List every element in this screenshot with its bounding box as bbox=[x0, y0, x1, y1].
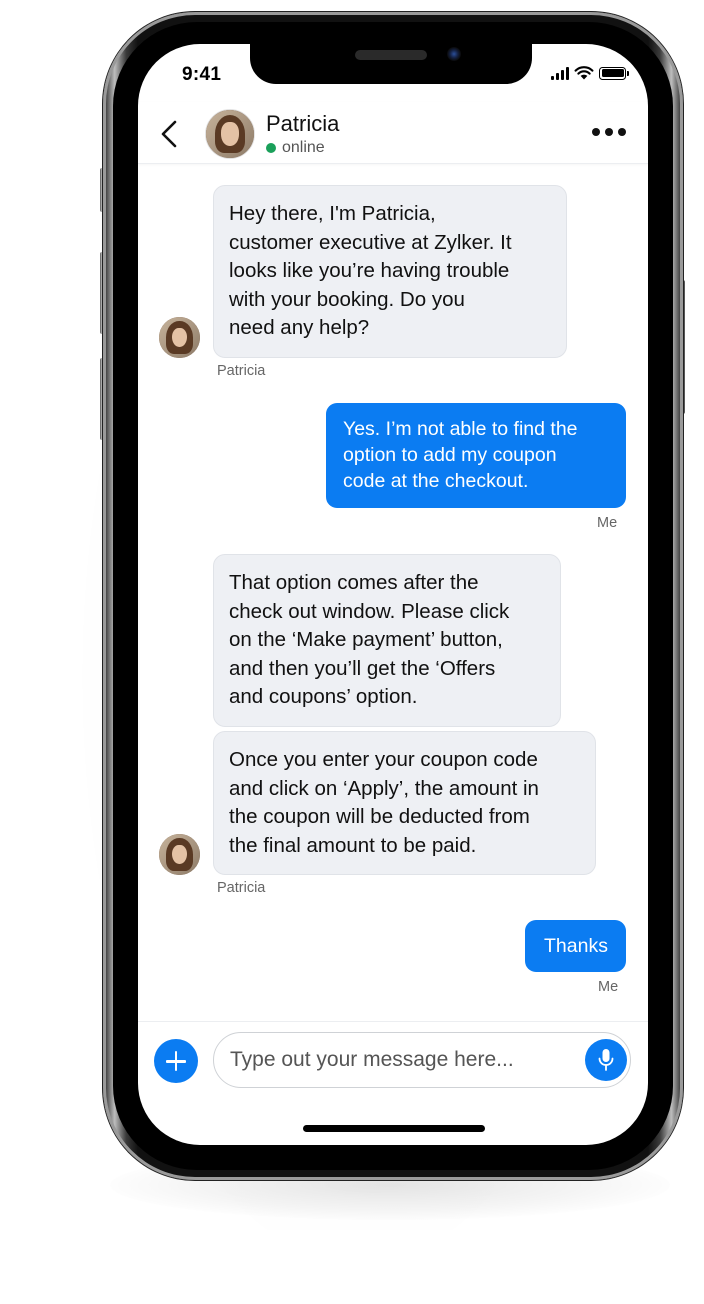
message-bubble-outgoing: Yes. I’m not able to find the option to … bbox=[326, 403, 626, 508]
sender-name: Patricia bbox=[217, 363, 266, 379]
message-bubble-incoming: That option comes after the check out wi… bbox=[213, 554, 561, 727]
message-line: code at the checkout. bbox=[343, 470, 529, 492]
message-line: option to add my coupon bbox=[343, 444, 557, 466]
status-icons bbox=[551, 66, 629, 80]
message-line: the coupon will be deducted from bbox=[229, 805, 530, 828]
message-line: and click on ‘Apply’, the amount in bbox=[229, 776, 539, 800]
home-indicator[interactable] bbox=[303, 1125, 485, 1132]
message-line: That option comes after the bbox=[229, 571, 479, 594]
wifi-icon bbox=[574, 66, 594, 80]
message-bubble-incoming: Once you enter your coupon code and clic… bbox=[213, 731, 596, 875]
message-line: on the ‘Make payment’ button, bbox=[229, 628, 503, 651]
more-options-icon[interactable] bbox=[592, 128, 626, 136]
status-time: 9:41 bbox=[182, 64, 222, 85]
cellular-signal-icon bbox=[551, 66, 569, 80]
message-line: need any help? bbox=[229, 316, 370, 339]
notch bbox=[250, 44, 532, 84]
sender-name: Me bbox=[598, 979, 619, 995]
sender-avatar bbox=[159, 317, 200, 358]
message-line: Hey there, I'm Patricia, bbox=[229, 202, 436, 225]
add-attachment-button[interactable] bbox=[154, 1039, 198, 1083]
message-line: and then you’ll get the ‘Offers bbox=[229, 656, 496, 680]
message-input-container bbox=[213, 1032, 631, 1088]
message-line: looks like you’re having trouble bbox=[229, 259, 510, 282]
contact-status-text: online bbox=[282, 139, 325, 156]
contact-name: Patricia bbox=[266, 111, 340, 136]
message-line: Once you enter your coupon code bbox=[229, 748, 538, 771]
speaker-grille bbox=[355, 50, 427, 60]
microphone-button[interactable] bbox=[585, 1039, 627, 1081]
composer-divider bbox=[138, 1021, 648, 1022]
message-line: and coupons’ option. bbox=[229, 685, 418, 708]
online-status-dot-icon bbox=[266, 143, 276, 153]
sender-avatar bbox=[159, 834, 200, 875]
sender-name: Me bbox=[597, 515, 618, 531]
contact-status: online bbox=[266, 139, 325, 157]
message-line: the final amount to be paid. bbox=[229, 833, 477, 857]
front-camera-icon bbox=[447, 47, 461, 61]
message-line: check out window. Please click bbox=[229, 599, 510, 623]
sender-name: Patricia bbox=[217, 880, 266, 896]
battery-icon bbox=[599, 66, 629, 80]
chat-header: Patricia online bbox=[138, 102, 648, 164]
message-line: Thanks bbox=[544, 935, 608, 957]
chat-screen: 9:41 Patricia online Hey there, I'm Patr… bbox=[138, 44, 648, 1145]
message-line: customer executive at Zylker. It bbox=[229, 230, 512, 254]
message-line: with your booking. Do you bbox=[229, 287, 465, 311]
microphone-icon bbox=[598, 1049, 614, 1071]
message-bubble-incoming: Hey there, I'm Patricia, customer execut… bbox=[213, 185, 567, 358]
contact-avatar[interactable] bbox=[205, 109, 255, 159]
message-line: Yes. I’m not able to find the bbox=[343, 418, 578, 440]
message-bubble-outgoing: Thanks bbox=[525, 920, 626, 972]
message-input[interactable] bbox=[230, 1041, 560, 1079]
back-chevron-icon[interactable] bbox=[156, 118, 182, 150]
